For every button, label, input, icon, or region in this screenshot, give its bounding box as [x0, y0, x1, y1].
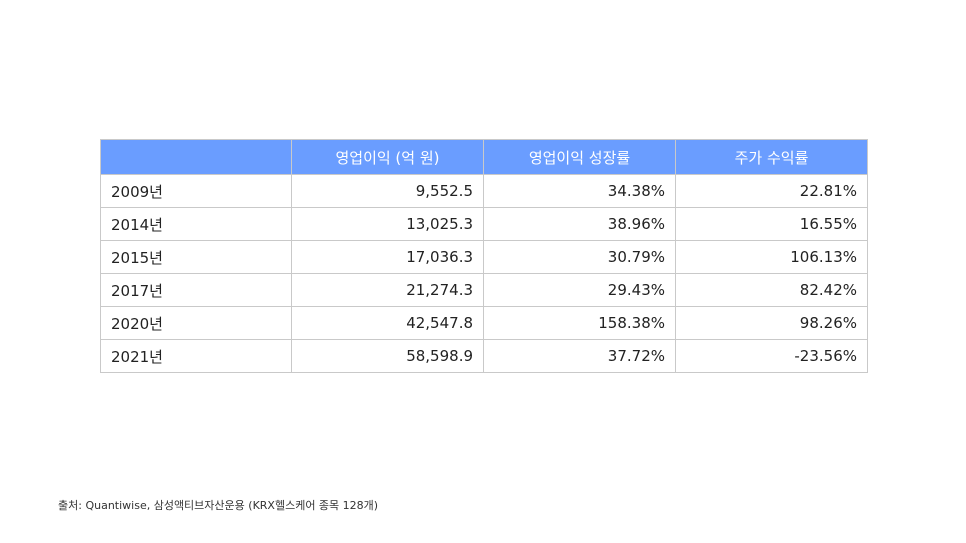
table-row: 2017년 21,274.3 29.43% 82.42%: [100, 273, 868, 307]
row-year: 2009년: [100, 174, 292, 208]
row-year: 2015년: [100, 240, 292, 274]
row-operating-profit: 42,547.8: [291, 306, 484, 340]
row-year: 2017년: [100, 273, 292, 307]
row-operating-profit: 21,274.3: [291, 273, 484, 307]
row-operating-profit: 13,025.3: [291, 207, 484, 241]
table-body: 2009년 9,552.5 34.38% 22.81% 2014년 13,025…: [100, 174, 868, 373]
table-header: 영업이익 (억 원) 영업이익 성장률 주가 수익률: [100, 139, 868, 175]
row-stock-return: -23.56%: [675, 339, 868, 373]
row-profit-growth: 29.43%: [483, 273, 676, 307]
table-row: 2020년 42,547.8 158.38% 98.26%: [100, 306, 868, 340]
row-stock-return: 22.81%: [675, 174, 868, 208]
row-stock-return: 106.13%: [675, 240, 868, 274]
row-year: 2014년: [100, 207, 292, 241]
header-cell-profit-growth: 영업이익 성장률: [483, 139, 676, 175]
row-year: 2021년: [100, 339, 292, 373]
header-row: 영업이익 (억 원) 영업이익 성장률 주가 수익률: [100, 139, 868, 175]
data-table: 영업이익 (억 원) 영업이익 성장률 주가 수익률 2009년 9,552.5…: [100, 139, 868, 373]
table-row: 2015년 17,036.3 30.79% 106.13%: [100, 240, 868, 274]
header-cell-operating-profit: 영업이익 (억 원): [291, 139, 484, 175]
row-operating-profit: 9,552.5: [291, 174, 484, 208]
row-profit-growth: 34.38%: [483, 174, 676, 208]
row-profit-growth: 37.72%: [483, 339, 676, 373]
row-operating-profit: 58,598.9: [291, 339, 484, 373]
source-note: 출처: Quantiwise, 삼성액티브자산운용 (KRX헬스케어 종목 12…: [58, 499, 379, 512]
row-stock-return: 16.55%: [675, 207, 868, 241]
row-stock-return: 82.42%: [675, 273, 868, 307]
row-profit-growth: 30.79%: [483, 240, 676, 274]
header-cell-year: [100, 139, 292, 175]
table-row: 2009년 9,552.5 34.38% 22.81%: [100, 174, 868, 208]
row-year: 2020년: [100, 306, 292, 340]
row-operating-profit: 17,036.3: [291, 240, 484, 274]
table-row: 2021년 58,598.9 37.72% -23.56%: [100, 339, 868, 373]
row-profit-growth: 38.96%: [483, 207, 676, 241]
table-row: 2014년 13,025.3 38.96% 16.55%: [100, 207, 868, 241]
row-profit-growth: 158.38%: [483, 306, 676, 340]
data-table-container: 영업이익 (억 원) 영업이익 성장률 주가 수익률 2009년 9,552.5…: [100, 139, 868, 373]
row-stock-return: 98.26%: [675, 306, 868, 340]
header-cell-stock-return: 주가 수익률: [675, 139, 868, 175]
